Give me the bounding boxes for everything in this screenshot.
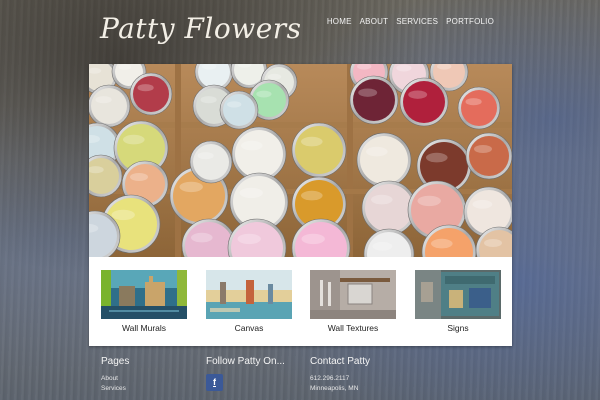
gallery-caption[interactable]: Wall Textures — [310, 323, 396, 333]
footer-pages-column: Pages About Services — [101, 356, 129, 394]
contact-phone: 612.296.2117 — [310, 375, 350, 382]
content-card: Wall Murals Canvas Wall Textures Signs — [89, 64, 512, 346]
facebook-icon[interactable]: f — [206, 374, 223, 391]
services-gallery: Wall Murals Canvas Wall Textures Signs — [89, 257, 512, 346]
footer-follow-column: Follow Patty On... f — [206, 356, 285, 391]
nav-services-link[interactable]: SERVICES — [396, 17, 438, 26]
paint-cans-illustration — [89, 64, 512, 257]
footer-follow-heading: Follow Patty On... — [206, 356, 285, 367]
footer-pages-heading: Pages — [101, 356, 130, 367]
gallery-item-wall-textures[interactable]: Wall Textures — [310, 270, 396, 340]
gallery-caption[interactable]: Wall Murals — [101, 323, 187, 333]
canvas-thumbnail-image[interactable] — [206, 270, 292, 319]
nav-portfolio-link[interactable]: PORTFOLIO — [446, 17, 494, 26]
gallery-item-signs[interactable]: Signs — [415, 270, 501, 340]
nav-home-link[interactable]: HOME — [327, 17, 352, 26]
site-header: Patty Flowers HOME ABOUT SERVICES PORTFO… — [0, 0, 600, 62]
murals-thumbnail-image[interactable] — [101, 270, 187, 319]
footer-contact-heading: Contact Patty — [310, 356, 371, 367]
site-logo[interactable]: Patty Flowers — [100, 12, 302, 45]
site-footer: Pages About Services Follow Patty On... … — [0, 356, 600, 400]
gallery-caption[interactable]: Canvas — [206, 323, 292, 333]
footer-contact-column: Contact Patty 612.296.2117 Minneapolis, … — [310, 356, 370, 394]
hero-paint-cans-image — [89, 64, 512, 257]
gallery-item-wall-murals[interactable]: Wall Murals — [101, 270, 187, 340]
nav-about-link[interactable]: ABOUT — [360, 17, 389, 26]
signs-thumbnail-image[interactable] — [415, 270, 501, 319]
gallery-caption[interactable]: Signs — [415, 323, 501, 333]
contact-location: Minneapolis, MN — [310, 385, 359, 392]
textures-thumbnail-image[interactable] — [310, 270, 396, 319]
gallery-item-canvas[interactable]: Canvas — [206, 270, 292, 340]
footer-link-services[interactable]: Services — [101, 384, 129, 394]
footer-link-about[interactable]: About — [101, 374, 129, 384]
main-nav: HOME ABOUT SERVICES PORTFOLIO — [327, 17, 494, 26]
